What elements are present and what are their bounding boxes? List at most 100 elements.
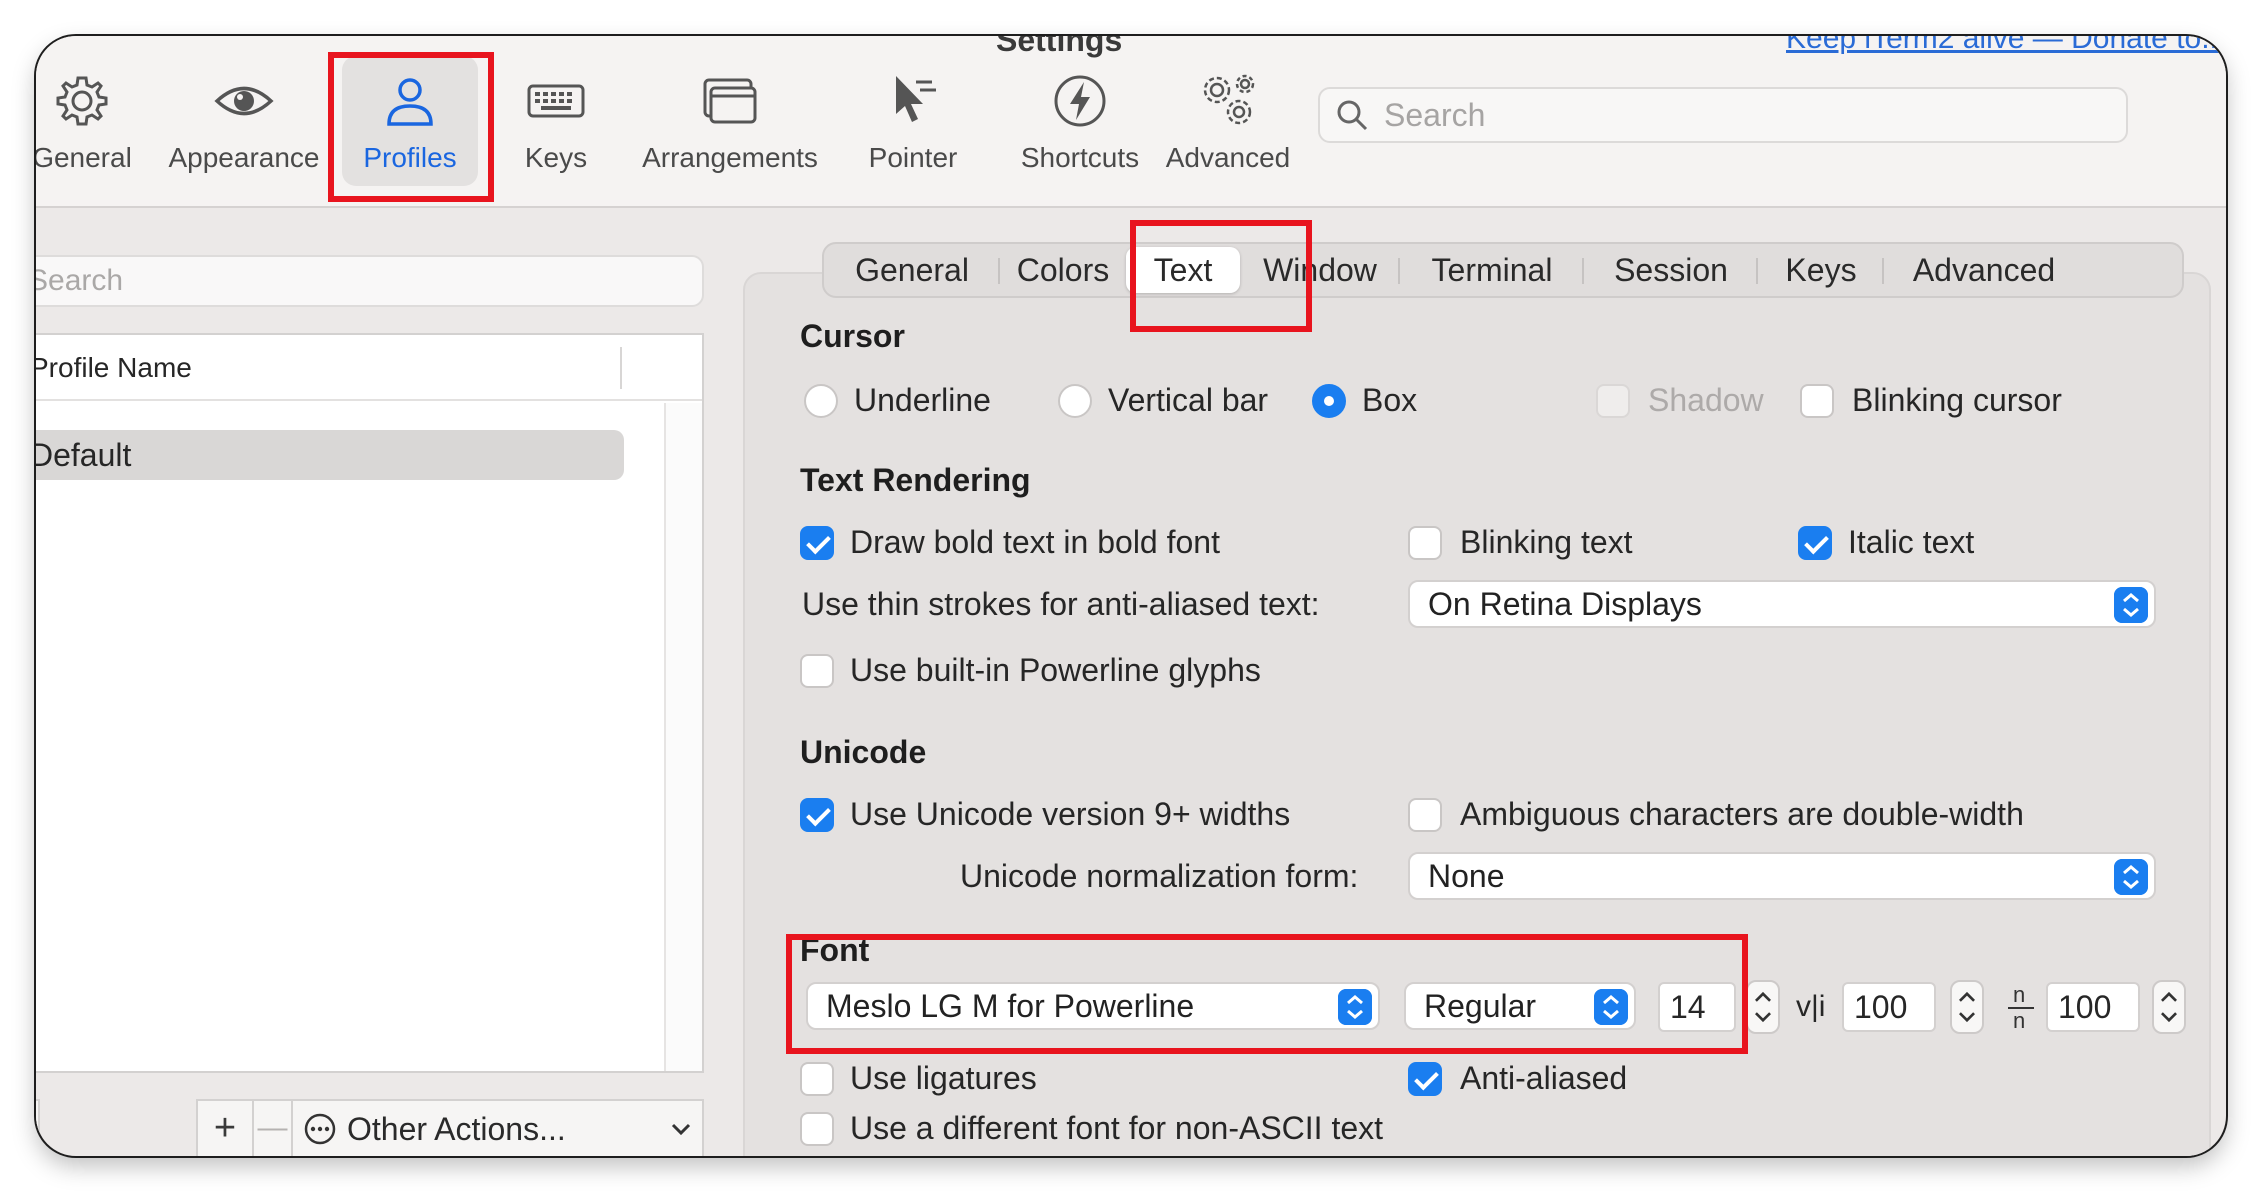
toolbar: Settings Keep iTerm2 alive — Donate to..… — [36, 36, 2226, 208]
normalization-label: Unicode normalization form: — [960, 858, 1359, 894]
font-section-title: Font — [800, 932, 870, 968]
keyboard-icon — [527, 84, 585, 118]
profile-search[interactable] — [36, 255, 704, 307]
chevron-updown-icon — [2114, 859, 2148, 895]
ambiguous-chars-checkbox[interactable] — [1408, 798, 1442, 832]
horizontal-spacing-field[interactable]: 100 — [1842, 982, 1936, 1032]
other-actions-label: Other Actions... — [347, 1110, 566, 1147]
add-profile-button[interactable]: + — [196, 1099, 254, 1156]
anti-aliased-checkbox[interactable] — [1408, 1062, 1442, 1096]
powerline-glyphs-label: Use built-in Powerline glyphs — [850, 652, 1261, 688]
profile-search-input[interactable] — [36, 257, 618, 305]
tab-terminal[interactable]: Terminal — [1400, 244, 1584, 296]
vertical-bar-label: Vertical bar — [1108, 382, 1269, 418]
font-family-select[interactable]: Meslo LG M for Powerline — [806, 982, 1380, 1030]
profile-table: Profile Name Default — [36, 333, 704, 1073]
toolbar-label: Appearance — [168, 142, 320, 173]
vertical-spacing-stepper[interactable] — [2152, 980, 2186, 1034]
profile-tabs: General Colors Text Window Terminal Sess… — [822, 242, 2184, 298]
blinking-text-checkbox[interactable] — [1408, 526, 1442, 560]
normalization-select[interactable]: None — [1408, 852, 2156, 900]
shadow-label: Shadow — [1648, 382, 1764, 418]
profile-list-footer: + — Other Actions... — [36, 1099, 704, 1156]
toolbar-general[interactable]: General — [36, 56, 142, 186]
powerline-glyphs-checkbox[interactable] — [800, 654, 834, 688]
underline-label: Underline — [854, 382, 991, 418]
horizontal-spacing-stepper[interactable] — [1950, 980, 1984, 1034]
toolbar-shortcuts[interactable]: Shortcuts — [990, 56, 1170, 186]
chevron-updown-icon — [1338, 989, 1372, 1025]
unicode-section-title: Unicode — [800, 734, 927, 770]
shadow-checkbox[interactable] — [1596, 384, 1630, 418]
italic-text-checkbox[interactable] — [1798, 526, 1832, 560]
toolbar-label: Advanced — [1165, 142, 1291, 173]
unicode-widths-checkbox[interactable] — [800, 798, 834, 832]
italic-text-label: Italic text — [1848, 524, 1975, 560]
unicode-widths-label: Use Unicode version 9+ widths — [850, 796, 1291, 832]
settings-window: Settings Keep iTerm2 alive — Donate to..… — [36, 36, 2226, 1156]
toolbar-keys[interactable]: Keys — [506, 56, 606, 186]
cursor-section-title: Cursor — [800, 318, 905, 354]
vertical-spacing-field[interactable]: 100 — [2046, 982, 2140, 1032]
radio-box[interactable] — [1312, 384, 1346, 418]
tab-session[interactable]: Session — [1584, 244, 1758, 296]
thin-strokes-select[interactable]: On Retina Displays — [1408, 580, 2156, 628]
toolbar-label: General — [36, 142, 132, 173]
toolbar-arrangements[interactable]: Arrangements — [632, 56, 828, 186]
tab-text[interactable]: Text — [1126, 247, 1240, 293]
non-ascii-font-checkbox[interactable] — [800, 1112, 834, 1146]
tab-general[interactable]: General — [824, 244, 1000, 296]
font-family-value: Meslo LG M for Powerline — [826, 987, 1195, 1024]
search-input[interactable] — [1384, 96, 2084, 134]
font-style-value: Regular — [1424, 987, 1537, 1024]
font-size-stepper[interactable] — [1746, 980, 1780, 1034]
eye-icon — [214, 86, 274, 116]
bold-font-checkbox[interactable] — [800, 526, 834, 560]
svg-text:n: n — [2013, 982, 2025, 1007]
footer-left-edge — [36, 1099, 40, 1156]
remove-profile-button[interactable]: — — [252, 1099, 293, 1156]
non-ascii-font-label: Use a different font for non-ASCII text — [850, 1110, 1384, 1146]
blinking-cursor-checkbox[interactable] — [1800, 384, 1834, 418]
table-row[interactable]: Default — [36, 430, 624, 480]
scrollbar[interactable] — [664, 403, 702, 1071]
windows-icon — [703, 78, 757, 124]
vertical-spacing-icon: n n — [2008, 982, 2034, 1032]
column-divider — [620, 347, 622, 389]
toolbar-label: Keys — [524, 142, 588, 173]
box-label: Box — [1362, 382, 1418, 418]
person-icon — [387, 78, 433, 126]
bold-font-label: Draw bold text in bold font — [850, 524, 1220, 560]
donate-link[interactable]: Keep iTerm2 alive — Donate to... — [1786, 36, 2226, 56]
ligatures-label: Use ligatures — [850, 1060, 1037, 1096]
chevron-updown-icon — [2114, 587, 2148, 623]
ligatures-checkbox[interactable] — [800, 1062, 834, 1096]
tab-colors[interactable]: Colors — [1000, 244, 1126, 296]
search-icon — [1337, 100, 1368, 131]
blinking-cursor-label: Blinking cursor — [1852, 382, 2062, 418]
blinking-text-label: Blinking text — [1460, 524, 1633, 560]
other-actions-menu[interactable]: Other Actions... — [291, 1099, 704, 1156]
font-style-select[interactable]: Regular — [1404, 982, 1636, 1030]
thin-strokes-value: On Retina Displays — [1428, 585, 1702, 622]
radio-underline[interactable] — [804, 384, 838, 418]
font-size-field[interactable]: 14 — [1658, 982, 1736, 1032]
toolbar-appearance[interactable]: Appearance — [164, 56, 324, 186]
lightning-icon — [1054, 75, 1106, 127]
chevron-updown-icon — [1594, 989, 1628, 1025]
horizontal-spacing-icon: v|i — [1796, 990, 1826, 1023]
toolbar-advanced[interactable]: Advanced — [1148, 56, 1308, 186]
toolbar-label: Arrangements — [642, 142, 818, 173]
toolbar-search[interactable] — [1318, 87, 2128, 143]
tab-keys[interactable]: Keys — [1758, 244, 1884, 296]
column-header-profile-name[interactable]: Profile Name — [36, 335, 702, 401]
toolbar-profiles[interactable]: Profiles — [342, 56, 478, 186]
gear-icon — [56, 76, 108, 126]
toolbar-pointer[interactable]: Pointer — [848, 56, 978, 186]
tab-advanced[interactable]: Advanced — [1884, 244, 2084, 296]
ambiguous-chars-label: Ambiguous characters are double-width — [1460, 796, 2024, 832]
radio-vertical-bar[interactable] — [1058, 384, 1092, 418]
gears-icon — [1203, 74, 1255, 125]
tab-window[interactable]: Window — [1240, 244, 1400, 296]
toolbar-label: Profiles — [363, 142, 457, 173]
